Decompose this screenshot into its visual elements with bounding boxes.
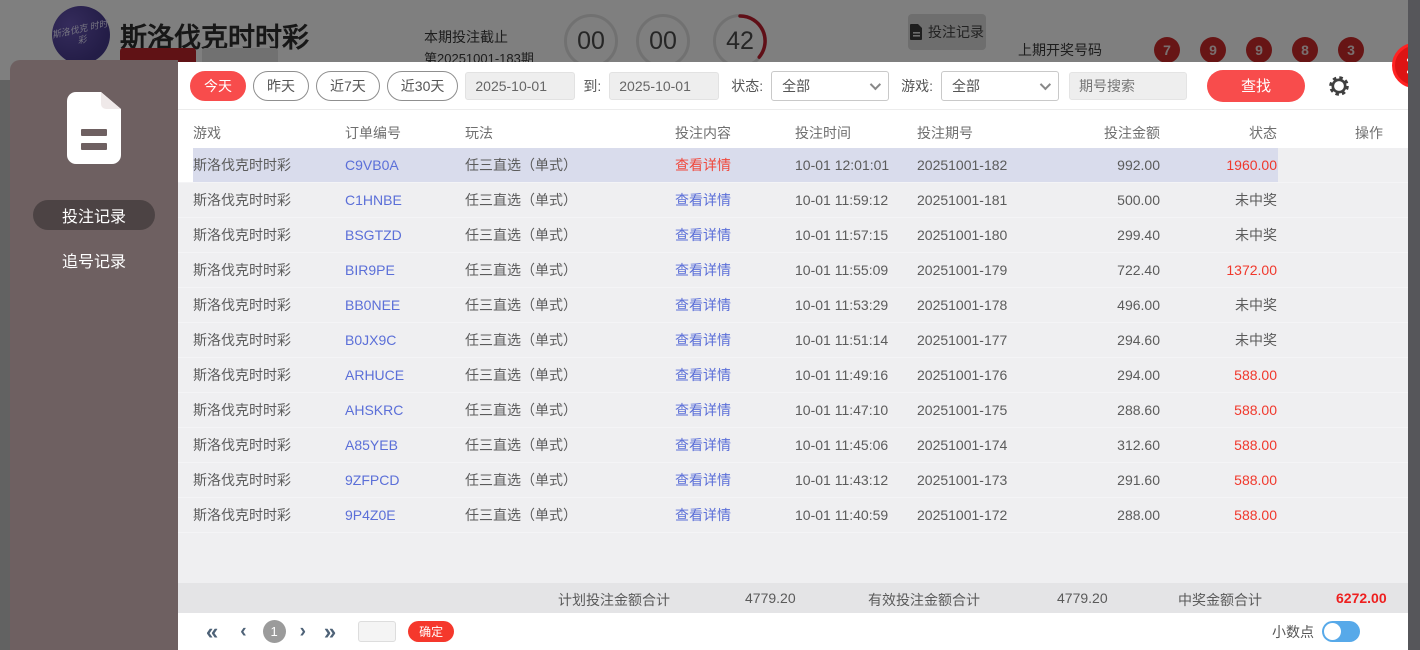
range-7days-button[interactable]: 近7天 xyxy=(316,70,380,101)
status-value: 未中奖 xyxy=(1235,297,1277,313)
win-total-label: 中奖金额合计 xyxy=(1178,592,1262,608)
next-page-button[interactable]: › xyxy=(300,621,306,642)
view-details-link[interactable]: 查看详情 xyxy=(675,155,795,175)
page-jump-input[interactable] xyxy=(358,621,397,642)
chevron-down-icon xyxy=(1039,78,1052,90)
range-today-button[interactable]: 今天 xyxy=(190,70,246,101)
date-to-input[interactable]: 2025-10-01 xyxy=(609,71,720,100)
range-yesterday-button[interactable]: 昨天 xyxy=(253,70,309,101)
search-button[interactable]: 查找 xyxy=(1207,69,1306,102)
col-order: 订单编号 xyxy=(345,125,401,141)
view-details-link[interactable]: 查看详情 xyxy=(675,225,795,245)
sidebar-item-chase-records[interactable]: 追号记录 xyxy=(62,248,126,272)
win-total-value: 6272.00 xyxy=(1336,590,1387,606)
status-value: 588.00 xyxy=(1234,437,1277,453)
page-confirm-button[interactable]: 确定 xyxy=(408,621,455,642)
game-select[interactable]: 全部 xyxy=(941,70,1060,101)
status-value: 未中奖 xyxy=(1235,332,1277,348)
pagination-bar: « ‹ 1 › » 确定 小数点 xyxy=(178,613,1408,650)
first-page-button[interactable]: « xyxy=(206,620,218,642)
decimal-toggle-label: 小数点 xyxy=(1272,623,1314,640)
table-row: 斯洛伐克时时彩 BIR9PE 任三直选（单式） 查看详情 10-01 11:55… xyxy=(178,253,1408,288)
table-row: 斯洛伐克时时彩 ARHUCE 任三直选（单式） 查看详情 10-01 11:49… xyxy=(178,358,1408,393)
col-period: 投注期号 xyxy=(917,125,973,141)
table-row: 斯洛伐克时时彩 9ZFPCD 任三直选（单式） 查看详情 10-01 11:43… xyxy=(178,463,1408,498)
page-scrollbar[interactable] xyxy=(1408,0,1420,650)
order-code-link[interactable]: AHSKRC xyxy=(345,402,465,418)
range-30days-button[interactable]: 近30天 xyxy=(386,70,459,101)
status-value: 未中奖 xyxy=(1235,227,1277,243)
col-status: 状态 xyxy=(1249,125,1277,141)
game-label: 游戏: xyxy=(901,77,934,94)
order-code-link[interactable]: 9ZFPCD xyxy=(345,472,465,488)
decimal-toggle[interactable] xyxy=(1322,621,1360,642)
col-time: 投注时间 xyxy=(795,125,851,141)
to-label: 到: xyxy=(583,77,602,94)
settings-gear-icon[interactable] xyxy=(1327,74,1351,98)
prev-page-button[interactable]: ‹ xyxy=(240,621,246,642)
planned-total-value: 4779.20 xyxy=(745,590,796,606)
table-row: 斯洛伐克时时彩 BB0NEE 任三直选（单式） 查看详情 10-01 11:53… xyxy=(178,288,1408,323)
table-header: 游戏 订单编号 玩法 投注内容 投注时间 投注期号 投注金额 状态 操作 xyxy=(178,118,1408,148)
view-details-link[interactable]: 查看详情 xyxy=(675,470,795,490)
records-file-icon xyxy=(67,92,121,164)
view-details-link[interactable]: 查看详情 xyxy=(675,260,795,280)
summary-bar: 计划投注金额合计 4779.20 有效投注金额合计 4779.20 中奖金额合计… xyxy=(178,583,1408,613)
period-search-input[interactable] xyxy=(1069,71,1188,100)
view-details-link[interactable]: 查看详情 xyxy=(675,505,795,525)
order-code-link[interactable]: 9P4Z0E xyxy=(345,507,465,523)
view-details-link[interactable]: 查看详情 xyxy=(675,330,795,350)
status-value: 588.00 xyxy=(1234,507,1277,523)
last-page-button[interactable]: » xyxy=(324,620,336,642)
status-value: 588.00 xyxy=(1234,402,1277,418)
order-code-link[interactable]: C9VB0A xyxy=(345,157,465,173)
status-value: 588.00 xyxy=(1234,472,1277,488)
table-row: 斯洛伐克时时彩 A85YEB 任三直选（单式） 查看详情 10-01 11:45… xyxy=(178,428,1408,463)
table-row: 斯洛伐克时时彩 C9VB0A 任三直选（单式） 查看详情 10-01 12:01… xyxy=(178,148,1408,183)
valid-total-label: 有效投注金额合计 xyxy=(868,592,980,608)
col-game: 游戏 xyxy=(193,125,221,141)
modal-sidebar: 投注记录 追号记录 xyxy=(10,60,178,650)
table-body: 斯洛伐克时时彩 C9VB0A 任三直选（单式） 查看详情 10-01 12:01… xyxy=(178,148,1408,583)
date-from-input[interactable]: 2025-10-01 xyxy=(465,71,576,100)
order-code-link[interactable]: BSGTZD xyxy=(345,227,465,243)
status-select[interactable]: 全部 xyxy=(771,70,890,101)
valid-total-value: 4779.20 xyxy=(1057,590,1108,606)
status-value: 未中奖 xyxy=(1235,192,1277,208)
col-amount: 投注金额 xyxy=(1104,125,1160,141)
view-details-link[interactable]: 查看详情 xyxy=(675,400,795,420)
order-code-link[interactable]: B0JX9C xyxy=(345,332,465,348)
order-code-link[interactable]: BIR9PE xyxy=(345,262,465,278)
order-code-link[interactable]: C1HNBE xyxy=(345,192,465,208)
order-code-link[interactable]: A85YEB xyxy=(345,437,465,453)
status-value: 588.00 xyxy=(1234,367,1277,383)
table-row: 斯洛伐克时时彩 AHSKRC 任三直选（单式） 查看详情 10-01 11:47… xyxy=(178,393,1408,428)
toggle-knob xyxy=(1324,623,1341,640)
col-play: 玩法 xyxy=(465,125,493,141)
chevron-down-icon xyxy=(869,78,882,90)
col-content: 投注内容 xyxy=(675,125,731,141)
status-value: 1960.00 xyxy=(1226,157,1277,173)
table-row: 斯洛伐克时时彩 BSGTZD 任三直选（单式） 查看详情 10-01 11:57… xyxy=(178,218,1408,253)
status-label: 状态: xyxy=(731,77,764,94)
view-details-link[interactable]: 查看详情 xyxy=(675,365,795,385)
view-details-link[interactable]: 查看详情 xyxy=(675,190,795,210)
status-value: 1372.00 xyxy=(1226,262,1277,278)
current-page-badge[interactable]: 1 xyxy=(262,620,286,643)
screen: 斯洛伐克 时时彩 斯洛伐克时时彩 本期投注截止 第20251001-183期 0… xyxy=(0,0,1420,650)
table-row: 斯洛伐克时时彩 B0JX9C 任三直选（单式） 查看详情 10-01 11:51… xyxy=(178,323,1408,358)
table-row: 斯洛伐克时时彩 C1HNBE 任三直选（单式） 查看详情 10-01 11:59… xyxy=(178,183,1408,218)
table-row: 斯洛伐克时时彩 9P4Z0E 任三直选（单式） 查看详情 10-01 11:40… xyxy=(178,498,1408,533)
planned-total-label: 计划投注金额合计 xyxy=(558,592,670,608)
view-details-link[interactable]: 查看详情 xyxy=(675,295,795,315)
sidebar-item-bet-records[interactable]: 投注记录 xyxy=(33,200,155,230)
bet-records-modal: 今天 昨天 近7天 近30天 2025-10-01 到: 2025-10-01 … xyxy=(178,62,1408,650)
filter-bar: 今天 昨天 近7天 近30天 2025-10-01 到: 2025-10-01 … xyxy=(178,62,1408,110)
order-code-link[interactable]: ARHUCE xyxy=(345,367,465,383)
col-operation: 操作 xyxy=(1355,125,1383,141)
view-details-link[interactable]: 查看详情 xyxy=(675,435,795,455)
order-code-link[interactable]: BB0NEE xyxy=(345,297,465,313)
